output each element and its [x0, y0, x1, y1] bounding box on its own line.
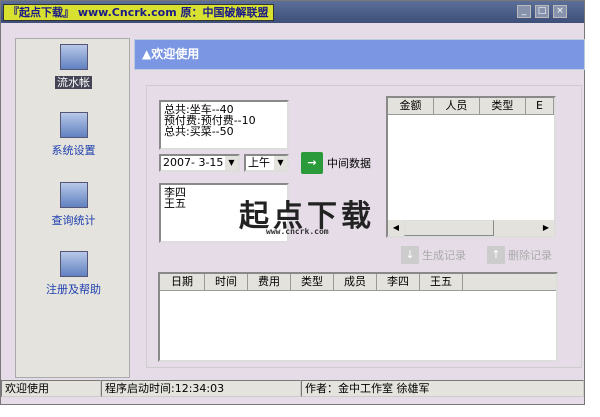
status-start-time: 程序启动时间:12:34:03	[101, 380, 301, 397]
sidebar-item-label: 查询统计	[51, 214, 96, 227]
title-bar: 『起点下载』 www.Cncrk.com 原：中国破解联盟 _ □ ×	[1, 1, 584, 23]
maximize-button[interactable]: □	[535, 5, 549, 18]
column-header[interactable]: 类型	[480, 98, 526, 114]
column-header[interactable]: 时间	[205, 274, 248, 290]
status-bar: 欢迎使用 程序启动时间:12:34:03 作者：金中工作室 徐雄军	[1, 380, 584, 397]
column-header[interactable]: 王五	[420, 274, 463, 290]
column-header[interactable]: 类型	[291, 274, 334, 290]
sidebar-item-label: 系统设置	[51, 144, 96, 157]
delete-label: 删除记录	[508, 249, 552, 262]
column-header[interactable]: E	[526, 98, 554, 114]
help-icon	[59, 251, 88, 277]
summary-memo[interactable]: 总共:坐车--40 预付费:预付费--10 总共:买菜--50	[159, 100, 289, 150]
sidebar-item-help[interactable]: 注册及帮助	[16, 251, 131, 297]
ledger-icon	[59, 44, 88, 70]
sidebar-item-query[interactable]: 查询统计	[16, 182, 131, 228]
status-author: 作者：金中工作室 徐雄军	[301, 380, 584, 397]
column-header[interactable]: 李四	[377, 274, 420, 290]
close-button[interactable]: ×	[553, 5, 567, 18]
column-header[interactable]: 金额	[388, 98, 434, 114]
chevron-down-icon: ▼	[274, 156, 287, 170]
column-header[interactable]: 成员	[334, 274, 377, 290]
generate-label: 生成记录	[422, 249, 466, 262]
watermark-url: www.cncrk.com	[266, 227, 329, 236]
scroll-right-icon[interactable]: ▶	[538, 220, 554, 236]
delete-record-button[interactable]: ↑ 删除记录	[487, 246, 552, 264]
status-welcome: 欢迎使用	[1, 380, 101, 397]
chevron-down-icon: ▼	[225, 156, 238, 170]
column-header[interactable]: 费用	[248, 274, 291, 290]
page-title: ▲欢迎使用	[134, 39, 585, 70]
title-banner: 『起点下载』 www.Cncrk.com 原：中国破解联盟	[3, 4, 274, 21]
arrow-right-icon: →	[301, 152, 323, 174]
middle-data-button[interactable]: → 中间数据	[301, 152, 371, 174]
top-grid-header: 金额 人员 类型 E	[388, 98, 554, 115]
scroll-thumb[interactable]	[404, 220, 494, 236]
horizontal-scrollbar[interactable]: ◀ ▶	[388, 220, 554, 236]
middle-data-label: 中间数据	[327, 157, 371, 170]
sidebar: 流水帐 系统设置 查询统计 注册及帮助	[15, 38, 130, 378]
date-combo[interactable]: 2007- 3-15 ▼	[159, 154, 240, 172]
period-combo[interactable]: 上午 ▼	[244, 154, 289, 172]
query-icon	[59, 182, 88, 208]
settings-icon	[59, 112, 88, 138]
sidebar-item-ledger[interactable]: 流水帐	[16, 44, 131, 90]
main-window: 『起点下载』 www.Cncrk.com 原：中国破解联盟 _ □ × 流水帐 …	[0, 0, 585, 405]
scroll-left-icon[interactable]: ◀	[388, 220, 404, 236]
bottom-grid[interactable]: 日期 时间 费用 类型 成员 李四 王五	[158, 272, 558, 362]
column-header[interactable]: 人员	[434, 98, 480, 114]
minimize-button[interactable]: _	[517, 5, 531, 18]
generate-record-button[interactable]: ↓ 生成记录	[401, 246, 466, 264]
arrow-up-icon: ↑	[487, 246, 505, 264]
bottom-grid-header: 日期 时间 费用 类型 成员 李四 王五	[160, 274, 556, 291]
period-value: 上午	[248, 156, 270, 169]
sidebar-item-label: 流水帐	[55, 76, 92, 89]
arrow-down-icon: ↓	[401, 246, 419, 264]
sidebar-item-settings[interactable]: 系统设置	[16, 112, 131, 158]
sidebar-item-label: 注册及帮助	[46, 283, 101, 296]
column-header[interactable]: 日期	[160, 274, 205, 290]
top-grid[interactable]: 金额 人员 类型 E ◀ ▶	[386, 96, 556, 238]
date-value: 2007- 3-15	[163, 156, 224, 169]
